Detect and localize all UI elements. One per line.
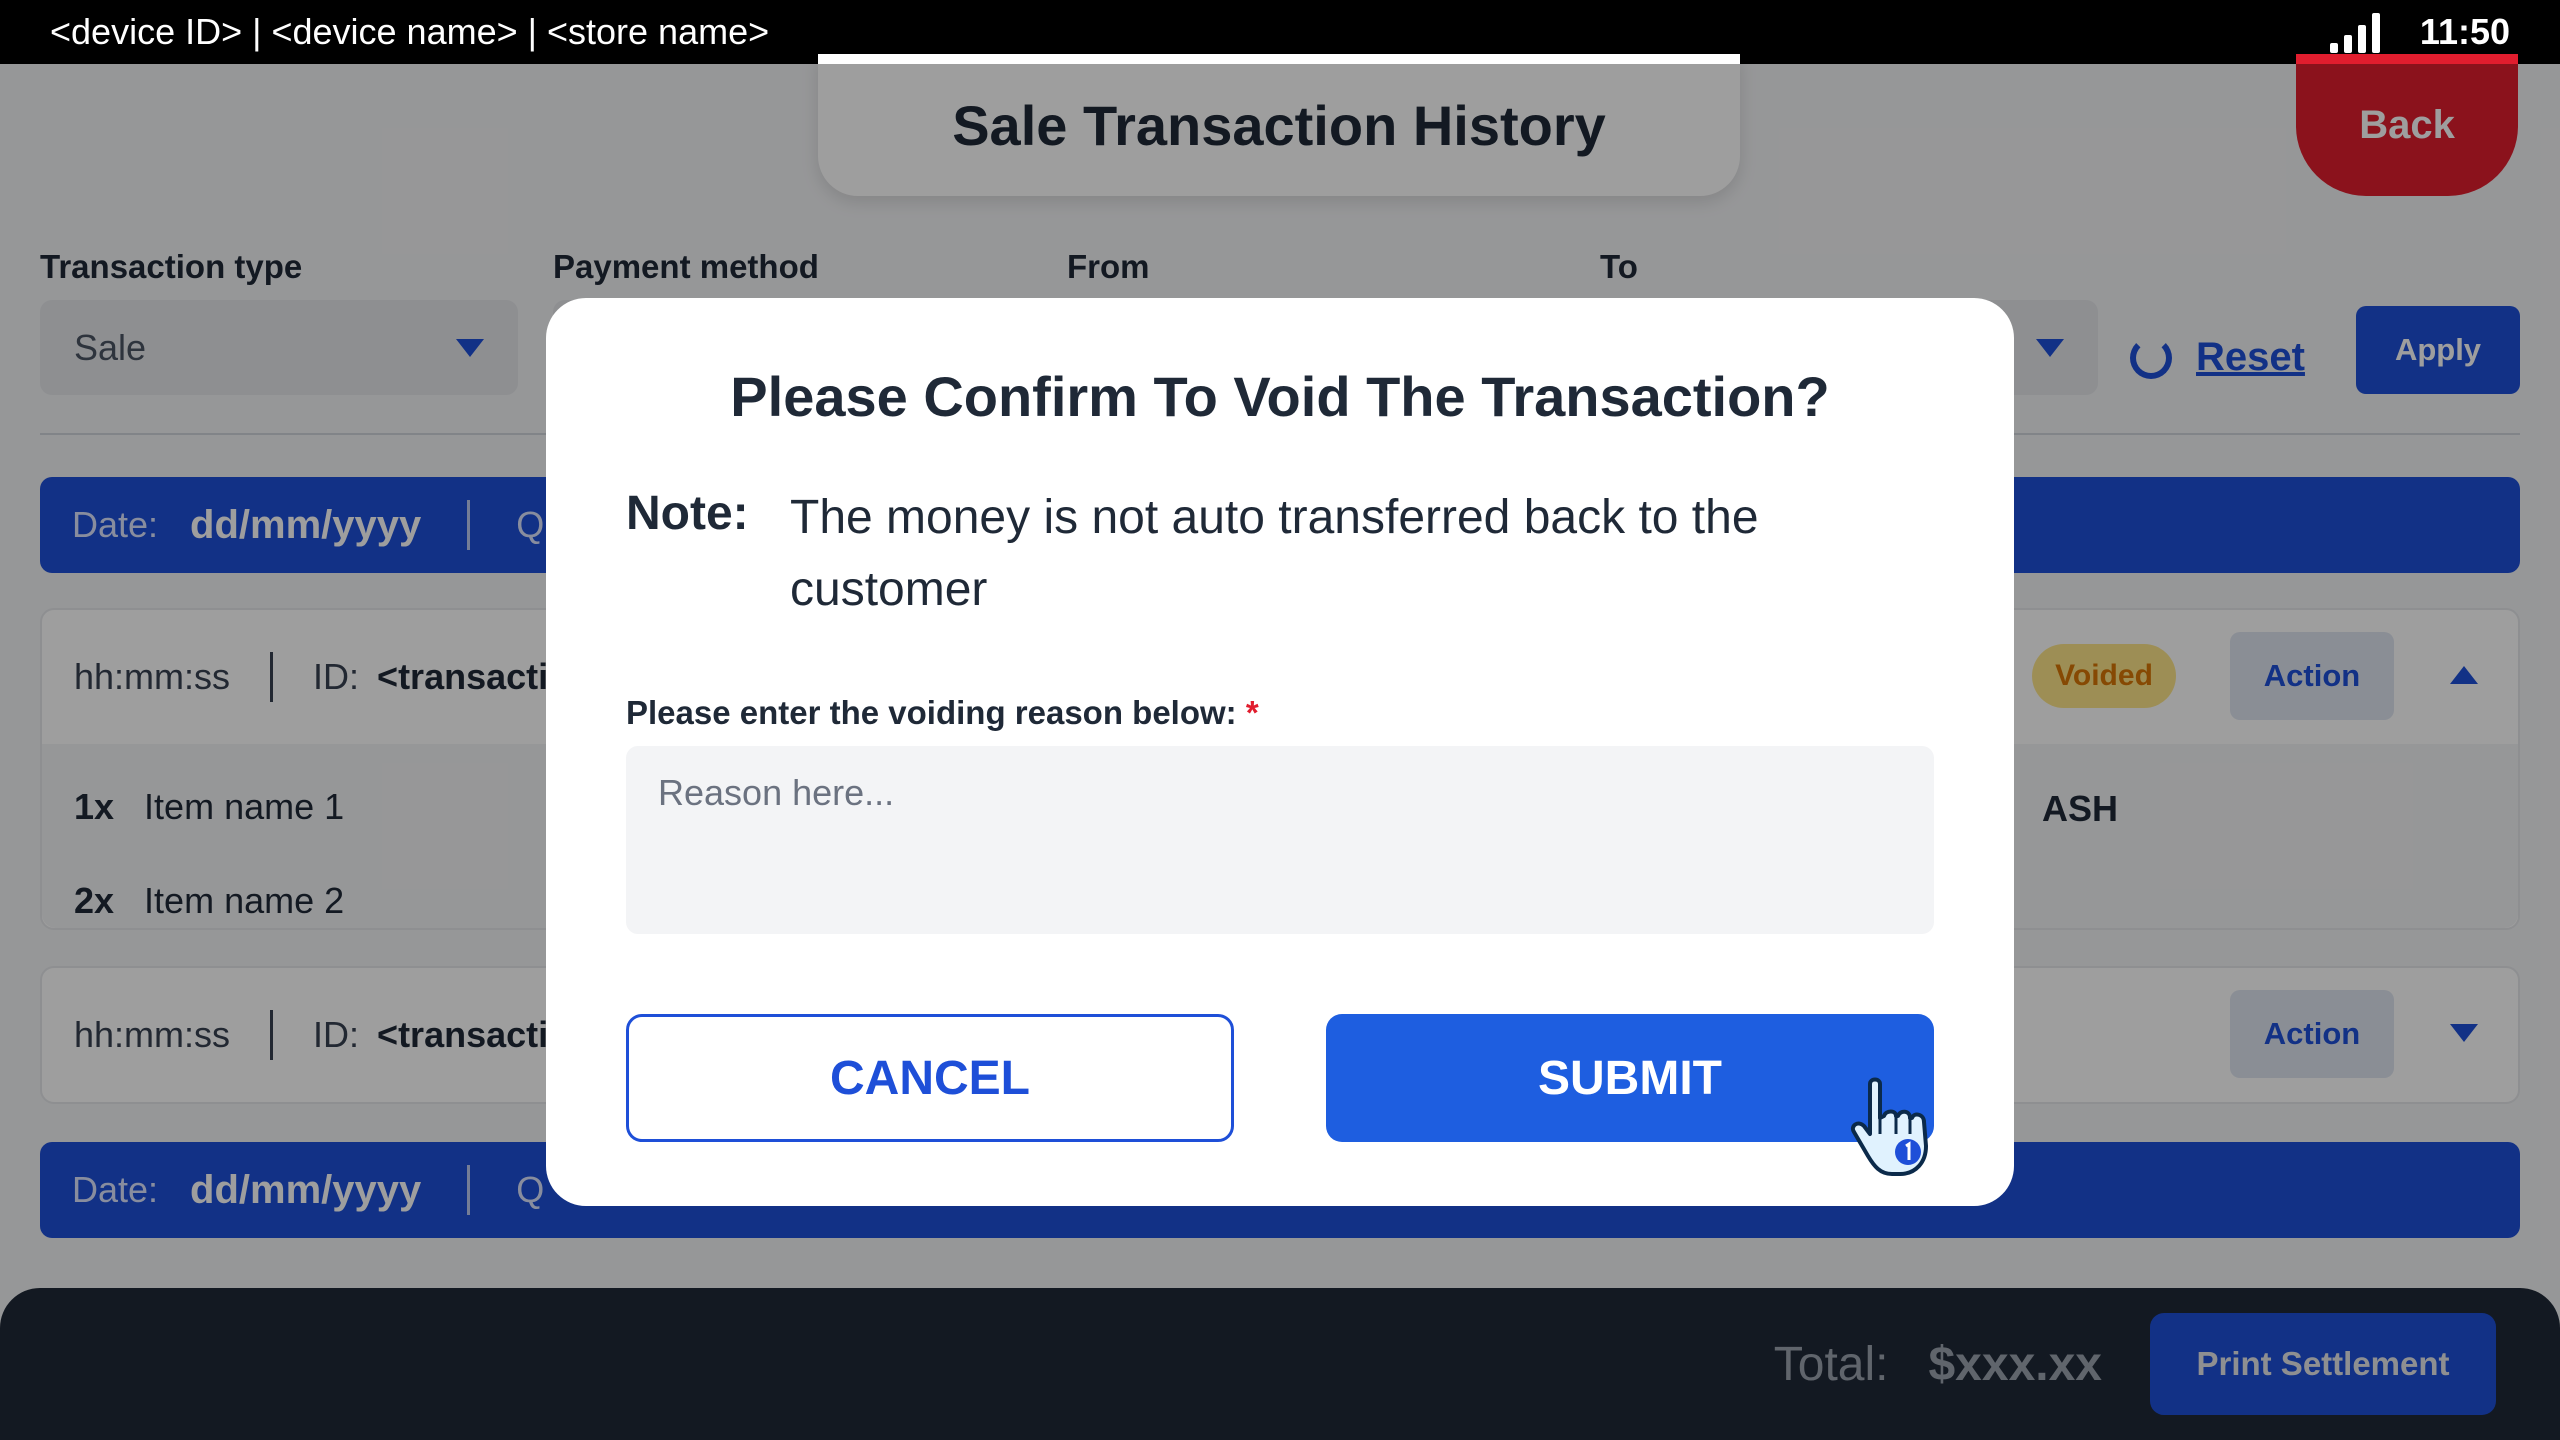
cancel-button[interactable]: CANCEL (626, 1014, 1234, 1142)
reason-label: Please enter the voiding reason below: * (626, 694, 1259, 732)
device-info: <device ID> | <device name> | <store nam… (50, 11, 770, 52)
note-text: The money is not auto transferred back t… (790, 491, 1759, 616)
reason-label-text: Please enter the voiding reason below: (626, 694, 1237, 731)
required-mark: * (1245, 694, 1259, 731)
void-confirm-dialog: Please Confirm To Void The Transaction? … (546, 298, 2014, 1206)
note-label: Note: (626, 487, 749, 540)
dialog-title: Please Confirm To Void The Transaction? (730, 365, 1830, 428)
status-right: 11:50 (2329, 11, 2510, 53)
reason-input[interactable] (626, 746, 1934, 934)
hand-pointer-icon (1851, 1077, 1928, 1176)
submit-button[interactable]: SUBMIT (1326, 1014, 1934, 1142)
signal-icon (2329, 11, 2380, 53)
clock: 11:50 (2419, 11, 2510, 52)
